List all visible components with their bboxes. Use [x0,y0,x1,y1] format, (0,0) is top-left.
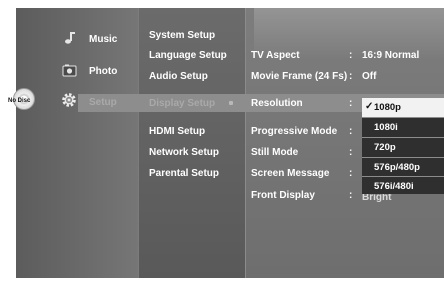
check-icon: ✓ [365,101,374,112]
setup-menu-column [138,8,246,278]
setting-label-screen-message[interactable]: Screen Message [251,168,329,179]
setup-item-parental[interactable]: Parental Setup [149,168,219,179]
resolution-option-1080i[interactable]: 1080i [362,118,444,137]
setup-item-hdmi[interactable]: HDMI Setup [149,126,205,137]
setting-colon: : [349,190,353,201]
menu-item-setup[interactable]: Setup [89,97,117,108]
setting-label-front-display[interactable]: Front Display [251,190,315,201]
setup-item-system[interactable]: System Setup [149,30,215,41]
setup-item-audio[interactable]: Audio Setup [149,71,208,82]
setting-label-progressive-mode[interactable]: Progressive Mode [251,126,337,137]
menu-item-music[interactable]: Music [89,34,117,45]
resolution-dropdown[interactable]: ✓ 1080p 1080i 720p 576p/480p 576i/480i [362,98,444,194]
resolution-option-720p[interactable]: 720p [362,138,444,157]
setting-colon: : [349,126,353,137]
setup-item-display[interactable]: Display Setup [149,98,215,109]
setting-value-tv-aspect[interactable]: 16:9 Normal [362,50,419,61]
gear-icon [62,93,76,107]
menu-item-photo[interactable]: Photo [89,66,117,77]
setup-item-language[interactable]: Language Setup [149,50,227,61]
setup-item-network[interactable]: Network Setup [149,147,219,158]
setting-label-movie-frame[interactable]: Movie Frame (24 Fs) [251,71,347,82]
setting-colon: : [349,71,353,82]
main-menu-column [16,8,138,278]
music-note-icon [65,32,75,44]
setting-label-tv-aspect[interactable]: TV Aspect [251,50,300,61]
selection-bullet-icon [229,101,233,105]
resolution-option-label: 1080p [374,102,401,113]
setting-label-still-mode[interactable]: Still Mode [251,147,298,158]
setting-colon: : [349,98,353,109]
resolution-option-label: 576p/480p [374,162,420,173]
setting-label-resolution[interactable]: Resolution [251,98,303,109]
resolution-option-label: 1080i [374,122,398,133]
resolution-option-1080p[interactable]: ✓ 1080p [362,98,444,117]
setting-colon: : [349,147,353,158]
disc-status-label: No Disc [8,98,31,104]
setting-colon: : [349,168,353,179]
resolution-option-label: 720p [374,142,396,153]
setting-colon: : [349,50,353,61]
photo-icon [62,64,77,77]
resolution-option-576i-480i[interactable]: 576i/480i [362,177,444,196]
setting-value-movie-frame[interactable]: Off [362,71,376,82]
resolution-option-label: 576i/480i [374,181,414,192]
resolution-option-576p-480p[interactable]: 576p/480p [362,158,444,177]
